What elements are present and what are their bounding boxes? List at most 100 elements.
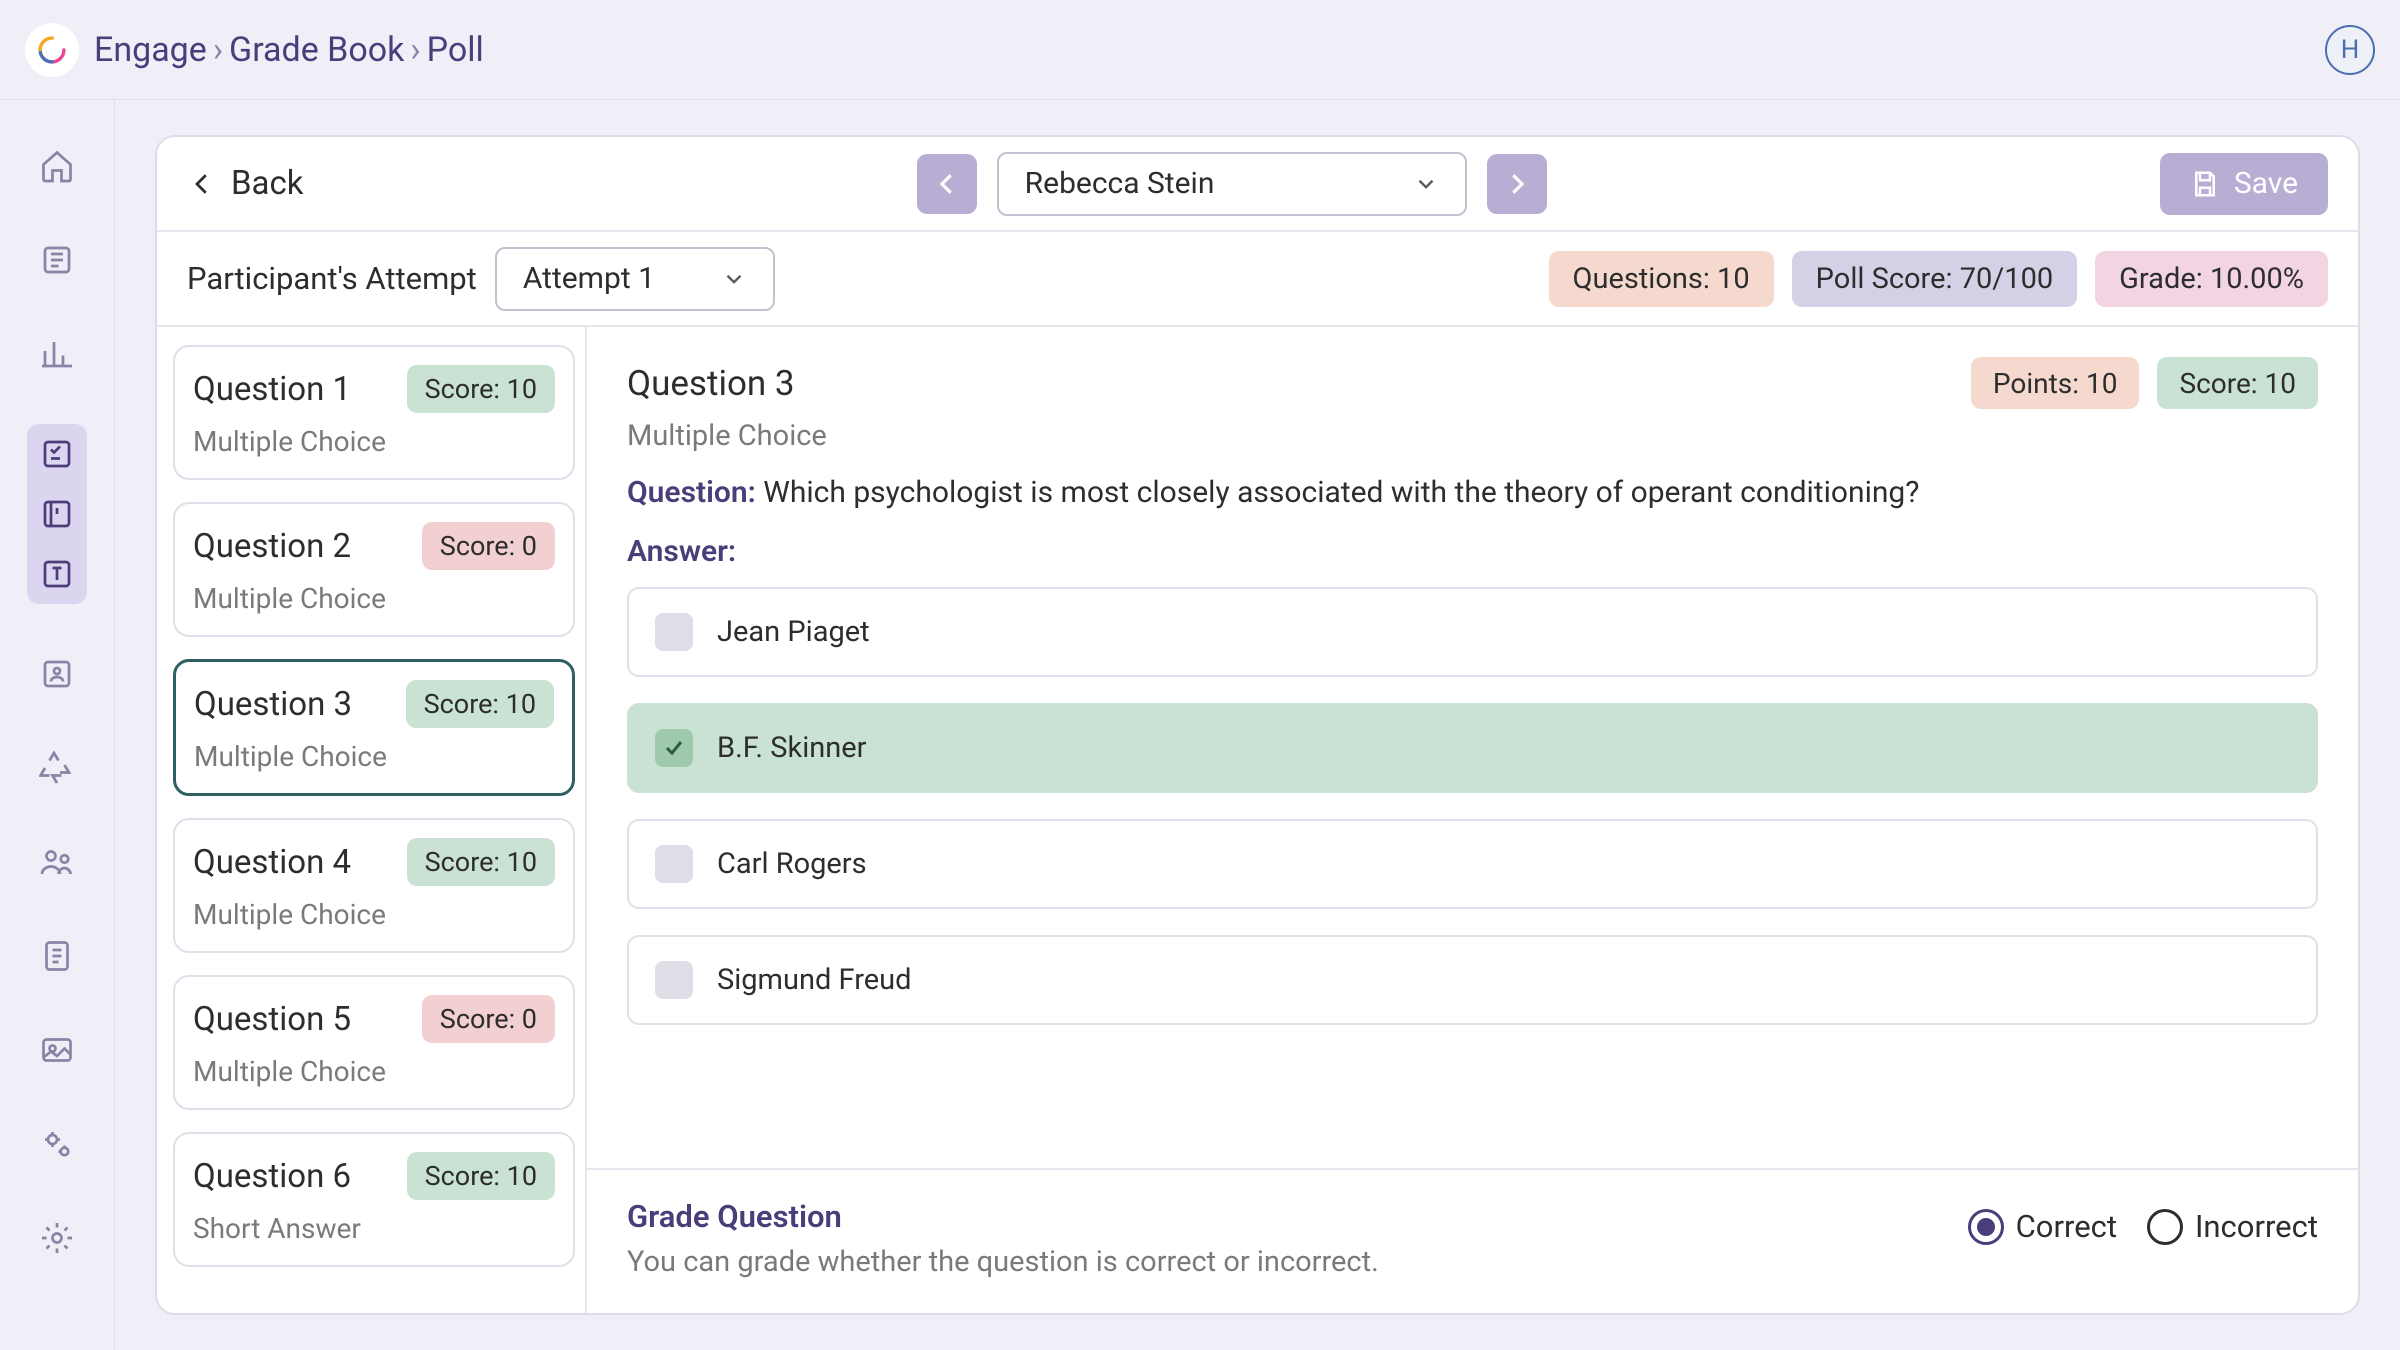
detail-title: Question 3 [627,363,795,404]
chevron-down-icon [1413,171,1439,197]
save-icon [2190,169,2220,199]
option-label: B.F. Skinner [717,731,866,765]
question-card-type: Multiple Choice [193,1055,555,1088]
question-card-title: Question 4 [193,843,351,882]
question-card-type: Multiple Choice [193,582,555,615]
answer-option: Carl Rogers [627,819,2318,909]
question-card-type: Multiple Choice [193,898,555,931]
option-label: Carl Rogers [717,847,867,881]
next-participant-button[interactable] [1487,154,1547,214]
grades-icon[interactable] [33,430,81,478]
question-card-score: Score: 10 [406,680,554,728]
question-card-type: Short Answer [193,1212,555,1245]
question-card[interactable]: Question 6 Score: 10 Short Answer [173,1132,575,1267]
attempt-label: Participant's Attempt [187,260,477,297]
breadcrumb-poll[interactable]: Poll [427,30,484,70]
answer-option: B.F. Skinner [627,703,2318,793]
radio-correct[interactable]: Correct [1968,1208,2117,1245]
panel-info-bar: Participant's Attempt Attempt 1 Question… [157,232,2358,327]
chevron-down-icon [721,266,747,292]
question-card-title: Question 2 [193,527,351,566]
question-card-title: Question 3 [194,685,352,724]
question-text: Which psychologist is most closely assoc… [763,475,1919,510]
enroll-icon[interactable] [33,650,81,698]
question-lead: Question: [627,475,756,510]
detail-points-badge: Points: 10 [1971,357,2140,409]
attempt-value: Attempt 1 [523,261,655,296]
question-card-type: Multiple Choice [193,425,555,458]
breadcrumb: Engage › Grade Book › Poll [94,30,484,70]
text-icon[interactable] [33,550,81,598]
analytics-icon[interactable] [33,330,81,378]
recycle-icon[interactable] [33,744,81,792]
check-icon [655,961,693,999]
check-icon [655,613,693,651]
question-card-score: Score: 10 [407,1152,555,1200]
questions-stat: Questions: 10 [1549,251,1774,307]
notes-icon[interactable] [33,932,81,980]
chevron-right-icon: › [213,30,223,70]
question-card-score: Score: 10 [407,365,555,413]
grade-title: Grade Question [627,1198,1938,1235]
top-header: Engage › Grade Book › Poll H [0,0,2400,100]
option-label: Sigmund Freud [717,963,911,997]
question-card[interactable]: Question 3 Score: 10 Multiple Choice [173,659,575,796]
detail-question: Question: Which psychologist is most clo… [627,475,2318,510]
grade-radio-group: Correct Incorrect [1968,1208,2318,1245]
radio-incorrect[interactable]: Incorrect [2147,1208,2318,1245]
attempt-select[interactable]: Attempt 1 [495,247,775,311]
home-icon[interactable] [33,142,81,190]
question-card-score: Score: 0 [422,522,555,570]
breadcrumb-gradebook[interactable]: Grade Book [229,30,404,70]
question-card-type: Multiple Choice [194,740,554,773]
question-detail-head: Question 3 Points: 10 Score: 10 [627,357,2318,409]
grade-panel: Back Rebecca Stein Save [155,135,2360,1315]
media-icon[interactable] [33,1026,81,1074]
question-card-title: Question 6 [193,1157,351,1196]
check-icon [655,729,693,767]
courses-icon[interactable] [33,236,81,284]
settings-icon[interactable] [33,1214,81,1262]
grade-stat: Grade: 10.00% [2095,251,2328,307]
question-card[interactable]: Question 5 Score: 0 Multiple Choice [173,975,575,1110]
radio-incorrect-label: Incorrect [2195,1208,2318,1245]
app-logo [25,23,79,77]
question-card[interactable]: Question 4 Score: 10 Multiple Choice [173,818,575,953]
users-icon[interactable] [33,838,81,886]
question-card-score: Score: 0 [422,995,555,1043]
participant-select[interactable]: Rebecca Stein [997,152,1467,216]
poll-score-stat: Poll Score: 70/100 [1792,251,2078,307]
check-icon [655,845,693,883]
question-card[interactable]: Question 1 Score: 10 Multiple Choice [173,345,575,480]
library-icon[interactable] [33,490,81,538]
grade-desc: You can grade whether the question is co… [627,1245,1938,1279]
detail-type: Multiple Choice [627,419,2318,453]
option-label: Jean Piaget [717,615,870,649]
answer-option: Sigmund Freud [627,935,2318,1025]
save-button[interactable]: Save [2160,153,2328,215]
chevron-right-icon: › [410,30,420,70]
question-card-score: Score: 10 [407,838,555,886]
radio-correct-label: Correct [2016,1208,2117,1245]
save-label: Save [2234,166,2298,201]
detail-score-badge: Score: 10 [2157,357,2318,409]
gears-icon[interactable] [33,1120,81,1168]
prev-participant-button[interactable] [917,154,977,214]
question-detail-main: Question 3 Points: 10 Score: 10 Multiple… [587,327,2358,1168]
question-card-title: Question 5 [193,1000,351,1039]
answer-lead: Answer: [627,534,2318,569]
panel-body: Question 1Score: 10Multiple ChoiceQuesti… [157,327,2358,1313]
grading-group [27,424,87,604]
answer-option: Jean Piaget [627,587,2318,677]
question-card[interactable]: Question 2 Score: 0 Multiple Choice [173,502,575,637]
question-list[interactable]: Question 1Score: 10Multiple ChoiceQuesti… [157,327,587,1313]
participant-name: Rebecca Stein [1025,166,1215,201]
breadcrumb-engage[interactable]: Engage [94,30,207,70]
side-rail [0,100,115,1350]
back-label: Back [231,164,304,203]
avatar[interactable]: H [2325,25,2375,75]
back-button[interactable]: Back [187,164,304,203]
question-card-title: Question 1 [193,370,351,409]
main-area: Back Rebecca Stein Save [115,100,2400,1350]
panel-top-bar: Back Rebecca Stein Save [157,137,2358,232]
